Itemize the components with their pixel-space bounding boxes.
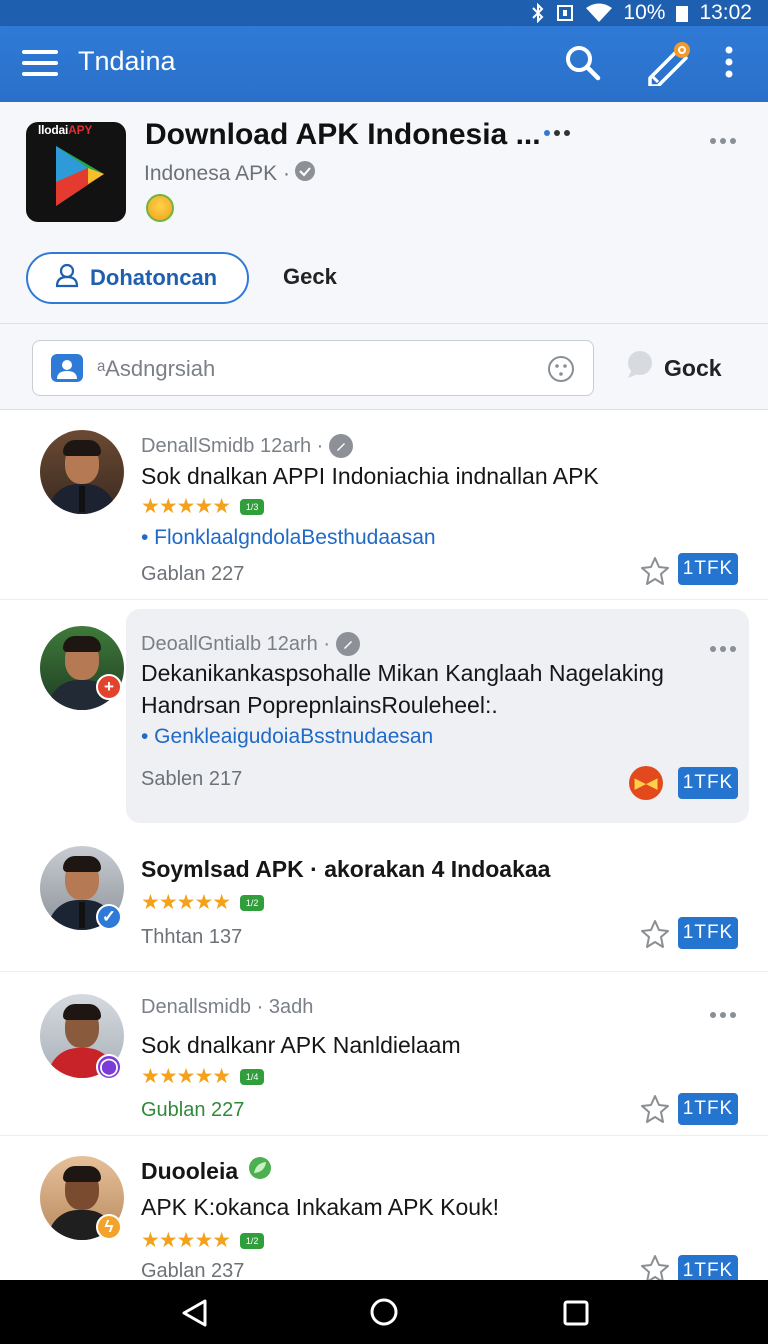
search-placeholder: ᵃAsdngrsiah [97, 356, 216, 381]
app-bar: Tndaina [0, 26, 768, 102]
add-badge-icon: + [96, 674, 122, 700]
install-pill-button[interactable]: 1TFK [678, 917, 738, 949]
menu-icon[interactable] [22, 50, 58, 81]
rating-badge: 1/4 [240, 1068, 265, 1085]
review-title: Soymlsad APK · akorakan 4 Indoakaa [141, 856, 551, 882]
reaction-icon[interactable]: ▶◀ [629, 766, 663, 800]
review-text: Dekanikankaspsohalle Mikan Kanglaah Nage… [141, 660, 664, 686]
author-meta: DeoallGntialb 12arh · [141, 632, 360, 656]
header-more-icon[interactable] [710, 138, 736, 144]
chat-action-button[interactable]: Gock [624, 350, 722, 386]
review-text: APK K:okanca Inkakam APK Kouk! [141, 1194, 499, 1220]
bluetooth-icon [531, 3, 545, 23]
review-count: Gublan 227 [141, 1099, 245, 1121]
emoji-picker-icon[interactable] [547, 355, 575, 388]
author-name: Duooleia [141, 1156, 272, 1186]
review-count: Sablen 217 [141, 768, 243, 790]
app-header: llodaiAPY Download APK Indonesia ... Ind… [0, 102, 768, 324]
app-publisher[interactable]: Indonesa APK · [144, 160, 316, 188]
battery-icon [675, 3, 689, 23]
rating-badge: 1/2 [240, 894, 265, 911]
review-text-line-2: Handrsan PoprepnlainsRouleheel:. [141, 692, 498, 718]
edit-icon[interactable] [644, 40, 694, 91]
rating-badge: 1/2 [240, 1232, 265, 1249]
title-more-icon[interactable] [544, 130, 570, 136]
review-text: Sok dnalkanr APK Nanldielaam [141, 1032, 461, 1058]
nav-recents-icon[interactable] [563, 1300, 589, 1331]
nav-home-icon[interactable] [369, 1297, 399, 1332]
chat-bubble-icon [624, 350, 654, 386]
verified-badge-icon: ✓ [96, 904, 122, 930]
review-link[interactable]: • GenkleaigudoiaBsstnudaesan [141, 725, 433, 749]
user-outline-icon [54, 262, 80, 294]
search-input[interactable]: ᵃAsdngrsiah [32, 340, 594, 396]
bolt-badge-icon: ϟ [96, 1214, 122, 1240]
search-icon[interactable] [562, 42, 602, 87]
list-item[interactable]: + DeoallGntialb 12arh · Dekanikankaspsoh… [0, 410, 768, 830]
star-rating: ★★★★★ 1/4 [141, 1064, 265, 1089]
status-bar: 10% 13:02 [0, 0, 768, 26]
list-item[interactable]: ◯ Denallsmidb · 3adh Sok dnalkanr APK Na… [0, 972, 768, 1136]
nav-back-icon[interactable] [180, 1298, 208, 1333]
more-vert-icon[interactable] [724, 46, 734, 83]
battery-percent: 10% [623, 1, 666, 24]
leaf-badge-icon [248, 1156, 272, 1186]
author-meta: Denallsmidb · 3adh [141, 996, 314, 1018]
clock: 13:02 [699, 1, 752, 24]
star-outline-icon[interactable] [640, 1094, 670, 1129]
system-nav-bar [0, 1280, 768, 1344]
vibrate-icon [555, 3, 575, 23]
app-bar-title: Tndaina [78, 46, 176, 76]
item-more-icon[interactable] [710, 1012, 736, 1018]
list-item[interactable]: ✓ Soymlsad APK · akorakan 4 Indoakaa ★★★… [0, 830, 768, 972]
primary-action-label: Dohatoncan [90, 265, 218, 290]
item-more-icon[interactable] [710, 646, 736, 652]
install-pill-button[interactable]: 1TFK [678, 1093, 738, 1125]
play-store-logo-icon [56, 146, 104, 206]
verified-icon [294, 160, 316, 188]
contact-icon [51, 354, 83, 387]
chat-action-label: Gock [664, 354, 722, 381]
search-row: ᵃAsdngrsiah Gock [0, 324, 768, 410]
story-badge-icon: ◯ [96, 1054, 122, 1080]
app-title: Download APK Indonesia ... [145, 118, 541, 151]
star-outline-icon[interactable] [640, 919, 670, 954]
list-item[interactable]: ϟ Duooleia APK K:okanca Inkakam APK Kouk… [0, 1136, 768, 1287]
wifi-icon [585, 3, 613, 23]
star-rating: ★★★★★ 1/2 [141, 890, 265, 915]
edit-badge-icon [336, 632, 360, 656]
secondary-action-button[interactable]: Geck [283, 264, 337, 290]
install-pill-button[interactable]: 1TFK [678, 767, 738, 799]
primary-action-button[interactable]: Dohatoncan [26, 252, 249, 304]
app-logo: llodaiAPY [26, 122, 126, 222]
emoji-icon [146, 194, 174, 222]
review-count: Thhtan 137 [141, 926, 243, 948]
star-rating: ★★★★★ 1/2 [141, 1228, 265, 1253]
